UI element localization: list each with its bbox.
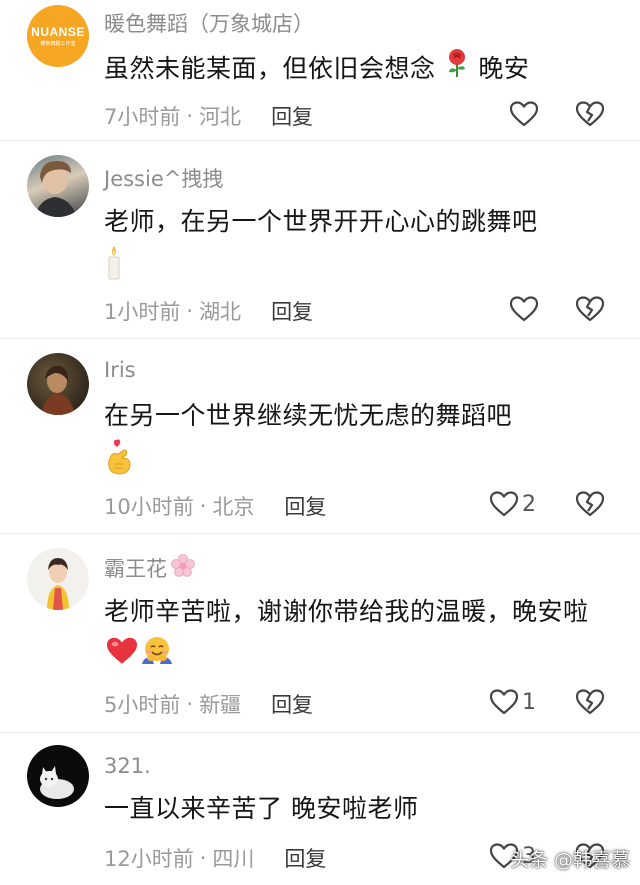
broken-heart-icon (575, 296, 605, 322)
comment-text: 一直以来辛苦了 晚安啦老师 (104, 787, 614, 831)
comment-location: 北京 (212, 495, 255, 519)
avatar-logo-text: NUANSE (31, 25, 85, 39)
meta-separator: · (186, 299, 194, 323)
dislike-button[interactable] (575, 689, 605, 719)
reply-button[interactable]: 回复 (271, 101, 313, 131)
rose-icon (444, 48, 470, 92)
like-button[interactable] (510, 101, 538, 127)
finger-heart-icon (104, 438, 134, 492)
avatar-portrait (47, 558, 69, 610)
divider (0, 338, 640, 339)
comment-location: 湖北 (199, 300, 242, 324)
comment-location: 新疆 (199, 693, 242, 717)
heart-outline-icon (490, 491, 518, 517)
reply-button[interactable]: 回复 (271, 689, 313, 719)
avatar[interactable] (27, 745, 89, 807)
comment-text-tail: 晚安 (478, 54, 530, 83)
comment-meta: 1小时前 · 湖北 回复 (104, 296, 313, 326)
divider (0, 140, 640, 141)
like-count: 2 (522, 491, 536, 517)
broken-heart-icon (575, 101, 605, 127)
watermark: 头条 @韩喜慕 (510, 849, 631, 871)
comment-author[interactable]: 暖色舞蹈（万象城店） (104, 8, 314, 38)
cherry-blossom-icon (171, 553, 195, 583)
avatar-logo-subtext: 暖色舞蹈工作室 (40, 41, 76, 47)
comment-text: 老师辛苦啦，谢谢你带给我的温暖，晚安啦 (104, 590, 614, 682)
comment-meta: 5小时前 · 新疆 回复 (104, 689, 313, 719)
heart-outline-icon (510, 101, 538, 127)
divider (0, 732, 640, 733)
red-heart-icon (104, 636, 140, 680)
comment-text-body: 一直以来辛苦了 晚安啦老师 (104, 794, 419, 823)
candle-icon (104, 244, 124, 294)
comment-meta: 10小时前 · 北京 回复 (104, 491, 326, 521)
comment-time: 5小时前 (104, 693, 181, 717)
meta-separator: · (199, 494, 207, 518)
comment-author[interactable]: Iris (104, 358, 136, 382)
avatar-portrait (35, 161, 77, 217)
comment-text: 虽然未能某面，但依旧会想念 晚安 (104, 47, 614, 92)
comment-meta: 12小时前 · 四川 回复 (104, 843, 326, 873)
meta-separator: · (186, 104, 194, 128)
meta-separator: · (199, 846, 207, 870)
heart-outline-icon (510, 296, 538, 322)
like-count: 1 (522, 689, 536, 715)
dislike-button[interactable] (575, 491, 605, 521)
reply-button[interactable]: 回复 (271, 296, 313, 326)
comment-author[interactable]: 霸王花 (104, 553, 195, 583)
comment-meta: 7小时前 · 河北 回复 (104, 101, 313, 131)
comment-text-body: 在另一个世界继续无忧无虑的舞蹈吧 (104, 401, 513, 430)
broken-heart-icon (575, 689, 605, 715)
divider (0, 533, 640, 534)
comment-text-body: 老师辛苦啦，谢谢你带给我的温暖，晚安啦 (104, 597, 589, 626)
avatar-portrait (40, 766, 74, 799)
like-button[interactable]: 1 (490, 689, 536, 715)
avatar-portrait (41, 365, 75, 415)
comment-text-body: 老师，在另一个世界开开心心的跳舞吧 (104, 207, 538, 236)
comment-time: 10小时前 (104, 495, 194, 519)
avatar[interactable]: NUANSE 暖色舞蹈工作室 (27, 5, 89, 67)
comment-location: 河北 (199, 105, 242, 129)
reply-button[interactable]: 回复 (284, 491, 326, 521)
hugging-face-icon (140, 634, 174, 682)
comment-text: 在另一个世界继续无忧无虑的舞蹈吧 (104, 394, 614, 492)
comment-location: 四川 (212, 847, 255, 871)
like-button[interactable]: 2 (490, 491, 536, 517)
comment-text-body: 虽然未能某面，但依旧会想念 (104, 54, 436, 83)
comment-author[interactable]: 321. (104, 754, 151, 778)
comment-time: 1小时前 (104, 300, 181, 324)
dislike-button[interactable] (575, 296, 605, 326)
avatar[interactable] (27, 155, 89, 217)
avatar[interactable] (27, 548, 89, 610)
comment-time: 7小时前 (104, 105, 181, 129)
avatar[interactable] (27, 353, 89, 415)
heart-outline-icon (490, 689, 518, 715)
comment-time: 12小时前 (104, 847, 194, 871)
comment-author[interactable]: Jessie^拽拽 (104, 163, 223, 193)
reply-button[interactable]: 回复 (284, 843, 326, 873)
meta-separator: · (186, 692, 194, 716)
like-button[interactable] (510, 296, 538, 322)
broken-heart-icon (575, 491, 605, 517)
comment-text: 老师，在另一个世界开开心心的跳舞吧 (104, 200, 614, 294)
author-name: 霸王花 (104, 557, 167, 581)
dislike-button[interactable] (575, 101, 605, 131)
